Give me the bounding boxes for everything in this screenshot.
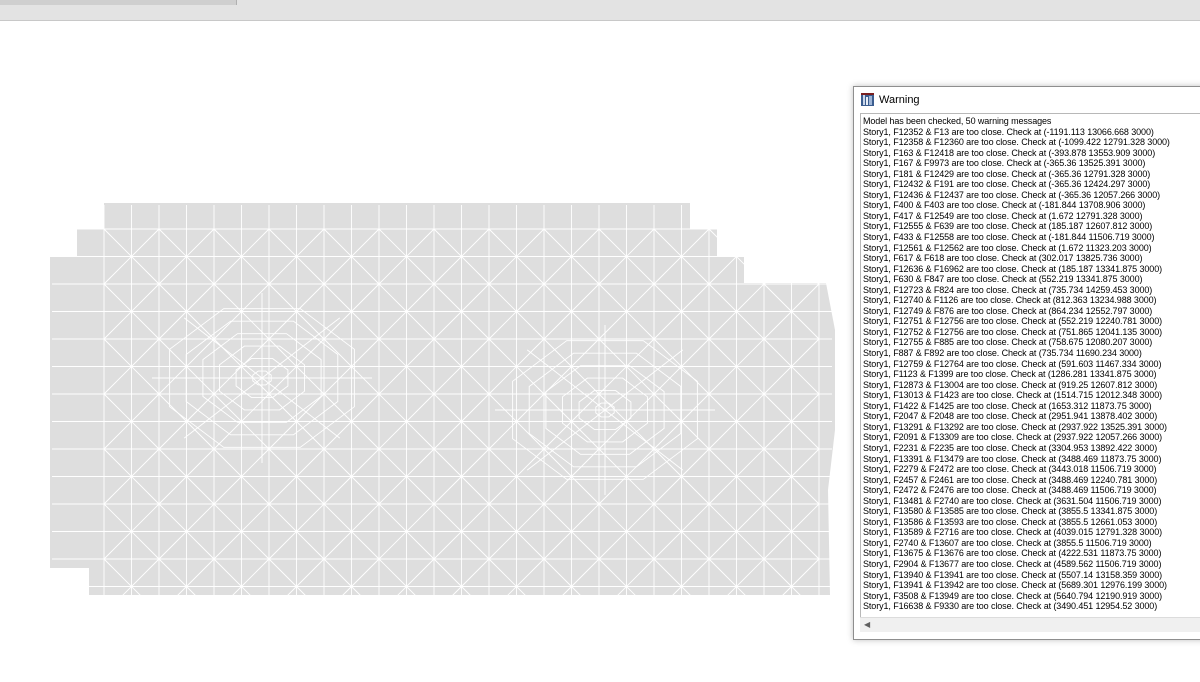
- app-icon: [861, 93, 874, 106]
- warning-message: Story1, F13586 & F13593 are too close. C…: [863, 516, 1158, 527]
- warning-message: Story1, F12752 & F12756 are too close. C…: [863, 326, 1163, 337]
- warning-message: Story1, F617 & F618 are too close. Check…: [863, 253, 1143, 264]
- warning-message: Story1, F2047 & F2048 are too close. Che…: [863, 411, 1158, 422]
- warning-message: Story1, F13580 & F13585 are too close. C…: [863, 506, 1158, 517]
- warning-message: Story1, F12358 & F12360 are too close. C…: [863, 137, 1170, 148]
- warning-summary: Model has been checked, 50 warning messa…: [863, 116, 1052, 126]
- warning-message: Story1, F163 & F12418 are too close. Che…: [863, 147, 1156, 158]
- warning-message: Story1, F12352 & F13 are too close. Chec…: [863, 126, 1154, 137]
- warning-message: Story1, F630 & F847 are too close. Check…: [863, 274, 1143, 285]
- warning-message: Story1, F12759 & F12764 are too close. C…: [863, 358, 1162, 369]
- warning-message: Story1, F13941 & F13942 are too close. C…: [863, 580, 1167, 591]
- warning-message: Story1, F12749 & F876 are too close. Che…: [863, 305, 1153, 316]
- scroll-left-icon[interactable]: ◀: [864, 621, 870, 629]
- warning-message: Story1, F13391 & F13479 are too close. C…: [863, 453, 1162, 464]
- warning-message: Story1, F400 & F403 are too close. Check…: [863, 200, 1146, 211]
- warning-message: Story1, F2279 & F2472 are too close. Che…: [863, 464, 1157, 475]
- warning-message: Story1, F12555 & F639 are too close. Che…: [863, 221, 1153, 232]
- warning-message: Story1, F13675 & F13676 are too close. C…: [863, 548, 1162, 559]
- warning-message: Story1, F2091 & F13309 are too close. Ch…: [863, 432, 1163, 443]
- warning-message: Story1, F13940 & F13941 are too close. C…: [863, 569, 1163, 580]
- warning-message: Story1, F12873 & F13004 are too close. C…: [863, 379, 1158, 390]
- warning-message: Story1, F887 & F892 are too close. Check…: [863, 348, 1142, 359]
- warning-dialog[interactable]: Warning Model has been checked, 50 warni…: [853, 86, 1200, 640]
- horizontal-scrollbar[interactable]: ◀: [860, 617, 1200, 632]
- warning-message: Story1, F2740 & F13607 are too close. Ch…: [863, 537, 1152, 548]
- warning-message: Story1, F12751 & F12756 are too close. C…: [863, 316, 1163, 327]
- warning-message-box[interactable]: Model has been checked, 50 warning messa…: [860, 113, 1200, 618]
- warning-message: Story1, F12561 & F12562 are too close. C…: [863, 242, 1152, 253]
- warning-message: Story1, F2472 & F2476 are too close. Che…: [863, 485, 1157, 496]
- top-toolbar: [0, 0, 1200, 21]
- warning-message: Story1, F12755 & F885 are too close. Che…: [863, 337, 1153, 348]
- mesh-outline: [50, 203, 835, 595]
- warning-message: Story1, F3508 & F13949 are too close. Ch…: [863, 590, 1163, 601]
- warning-message: Story1, F13291 & F13292 are too close. C…: [863, 421, 1167, 432]
- toolbar-tab[interactable]: [0, 0, 237, 5]
- warning-message: Story1, F12723 & F824 are too close. Che…: [863, 284, 1153, 295]
- warning-message: Story1, F12740 & F1126 are too close. Ch…: [863, 295, 1157, 306]
- dialog-title: Warning: [879, 94, 920, 106]
- warning-message: Story1, F13013 & F1423 are too close. Ch…: [863, 390, 1163, 401]
- warning-message: Story1, F16638 & F9330 are too close. Ch…: [863, 601, 1158, 612]
- warning-message: Story1, F12636 & F16962 are too close. C…: [863, 263, 1163, 274]
- warning-message: Story1, F12432 & F191 are too close. Che…: [863, 179, 1151, 190]
- warning-message: Story1, F167 & F9973 are too close. Chec…: [863, 158, 1146, 169]
- warning-message-list: Model has been checked, 50 warning messa…: [863, 116, 1200, 612]
- warning-message: Story1, F13589 & F2716 are too close. Ch…: [863, 527, 1163, 538]
- warning-message: Story1, F181 & F12429 are too close. Che…: [863, 168, 1151, 179]
- warning-message: Story1, F433 & F12558 are too close. Che…: [863, 232, 1155, 243]
- warning-message: Story1, F2231 & F2235 are too close. Che…: [863, 442, 1158, 453]
- warning-message: Story1, F13481 & F2740 are too close. Ch…: [863, 495, 1162, 506]
- warning-message: Story1, F2904 & F13677 are too close. Ch…: [863, 558, 1162, 569]
- floor-mesh-view[interactable]: [0, 21, 850, 661]
- warning-message: Story1, F12436 & F12437 are too close. C…: [863, 189, 1160, 200]
- dialog-title-bar[interactable]: Warning: [854, 87, 1200, 112]
- warning-message: Story1, F417 & F12549 are too close. Che…: [863, 210, 1143, 221]
- warning-message: Story1, F1422 & F1425 are too close. Che…: [863, 400, 1152, 411]
- warning-message: Story1, F2457 & F2461 are too close. Che…: [863, 474, 1158, 485]
- warning-message: Story1, F1123 & F1399 are too close. Che…: [863, 369, 1157, 380]
